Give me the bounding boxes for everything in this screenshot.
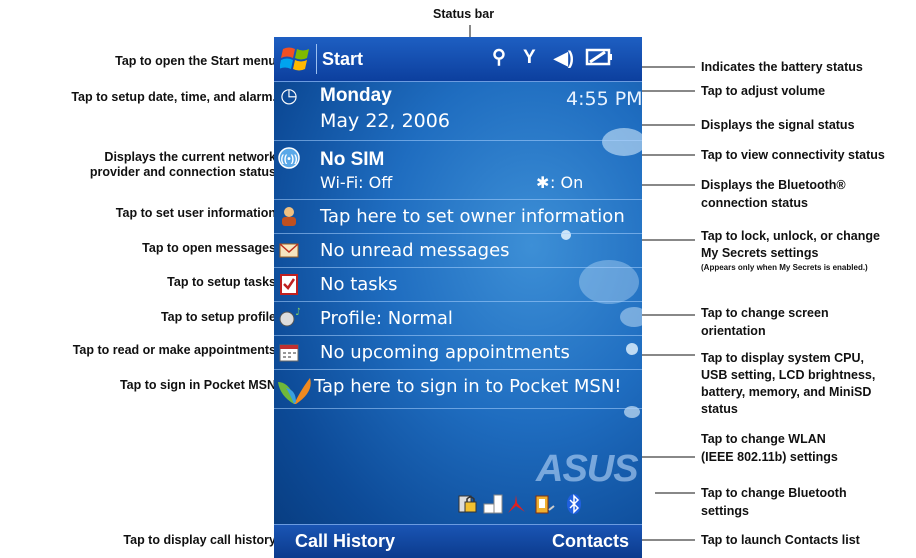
network-row[interactable]: ((•)) No SIM Wi-Fi: Off ✱ : On <box>274 141 642 200</box>
status-bar: Start ⚲ Y ◀) <box>274 37 642 82</box>
annotation-date-time: Tap to setup date, time, and alarm. <box>71 90 276 104</box>
calendar-icon <box>278 341 300 363</box>
annotation-appointments: Tap to read or make appointments <box>72 343 276 357</box>
tasks-row[interactable]: No tasks <box>274 268 642 302</box>
windows-flag-icon[interactable] <box>280 45 312 73</box>
annotation-connectivity: Tap to view connectivity status <box>701 148 885 162</box>
profile-icon: ♪ <box>278 307 301 329</box>
annotation-battery: Indicates the battery status <box>701 60 863 74</box>
messages-icon <box>278 239 300 261</box>
annotation-call-history: Tap to display call history <box>123 533 276 547</box>
messages-status: No unread messages <box>320 240 510 261</box>
connectivity-icon[interactable]: ⚲ <box>492 47 506 69</box>
profile-row[interactable]: ♪ Profile: Normal <box>274 302 642 336</box>
annotation-msn: Tap to sign in Pocket MSN <box>119 378 276 392</box>
date-row[interactable]: ◷ Monday May 22, 2006 4:55 PM <box>274 82 642 141</box>
annotation-bt-settings-1: Tap to change Bluetooth <box>701 486 847 500</box>
bluetooth-status: : On <box>550 173 584 192</box>
annotation-wlan-1: Tap to change WLAN <box>701 432 826 446</box>
annotation-start-menu: Tap to open the Start menu <box>115 54 276 68</box>
annotation-bluetooth-status-1: Displays the Bluetooth® <box>701 178 846 192</box>
system-icon[interactable] <box>505 492 527 516</box>
volume-icon[interactable]: ◀) <box>554 47 574 69</box>
annotation-wlan-2: (IEEE 802.11b) settings <box>701 450 838 464</box>
annotation-mysecrets-1: Tap to lock, unlock, or change <box>701 229 880 243</box>
profile-status: Profile: Normal <box>320 308 453 329</box>
annotation-tasks: Tap to setup tasks <box>167 275 276 289</box>
lock-icon[interactable] <box>457 492 479 516</box>
today-screen: Start ⚲ Y ◀) ◷ Monday May 22, 2006 4:55 … <box>274 37 642 558</box>
annotation-bt-settings-2: settings <box>701 504 749 518</box>
start-separator <box>316 44 317 74</box>
day-label: Monday <box>320 85 392 106</box>
annotation-system-4: status <box>701 402 738 416</box>
tasks-status: No tasks <box>320 274 398 295</box>
bluetooth-tray-icon[interactable] <box>563 492 585 516</box>
wifi-status: Wi-Fi: Off <box>320 173 393 192</box>
msn-signin: Tap here to sign in to Pocket MSN! <box>314 376 622 397</box>
annotation-system-2: USB setting, LCD brightness, <box>701 368 876 382</box>
annotation-signal: Displays the signal status <box>701 118 855 132</box>
start-menu-button[interactable]: Start <box>322 49 363 70</box>
annotation-volume: Tap to adjust volume <box>701 84 826 98</box>
annotation-mysecrets-note: (Appears only when My Secrets is enabled… <box>701 263 868 272</box>
annotation-orientation-1: Tap to change screen <box>701 306 829 320</box>
status-bar-caption: Status bar <box>433 7 495 21</box>
msn-row[interactable]: Tap here to sign in to Pocket MSN! <box>274 370 642 409</box>
network-icon: ((•)) <box>278 147 300 169</box>
asus-logo: ASUS <box>536 448 639 490</box>
annotation-profile: Tap to setup profile <box>160 310 276 324</box>
annotation-orientation-2: orientation <box>701 324 766 338</box>
network-provider: No SIM <box>320 149 385 170</box>
softkey-bar: Call History Contacts <box>274 524 642 558</box>
owner-info: Tap here to set owner information <box>320 206 625 227</box>
wlan-icon[interactable] <box>532 492 555 516</box>
svg-text:♪: ♪ <box>295 307 300 318</box>
bluetooth-icon: ✱ <box>536 173 550 192</box>
annotation-contacts: Tap to launch Contacts list <box>701 533 860 547</box>
clock-icon: ◷ <box>280 85 298 107</box>
battery-icon <box>585 47 613 73</box>
contacts-button[interactable]: Contacts <box>552 531 629 552</box>
time-label[interactable]: 4:55 PM <box>566 88 642 110</box>
annotation-bluetooth-status-2: connection status <box>701 196 808 210</box>
tasks-icon <box>278 273 300 295</box>
annotation-system-3: battery, memory, and MiniSD <box>701 385 872 399</box>
appointments-row[interactable]: No upcoming appointments <box>274 336 642 370</box>
annotation-network: Displays the current network provider an… <box>89 150 276 179</box>
orientation-icon[interactable] <box>482 492 504 516</box>
call-history-button[interactable]: Call History <box>295 531 395 552</box>
messages-row[interactable]: No unread messages <box>274 234 642 268</box>
owner-icon <box>278 205 300 227</box>
annotation-owner: Tap to set user information <box>115 206 276 220</box>
svg-text:((•)): ((•)) <box>281 154 298 165</box>
owner-row[interactable]: Tap here to set owner information <box>274 200 642 234</box>
appointments-status: No upcoming appointments <box>320 342 570 363</box>
signal-icon[interactable]: Y <box>523 47 536 69</box>
annotation-system-1: Tap to display system CPU, <box>701 351 865 365</box>
annotation-mysecrets-2: My Secrets settings <box>701 246 819 260</box>
date-label: May 22, 2006 <box>320 110 450 132</box>
annotation-messages: Tap to open messages <box>142 241 276 255</box>
msn-butterfly-icon <box>274 374 314 408</box>
